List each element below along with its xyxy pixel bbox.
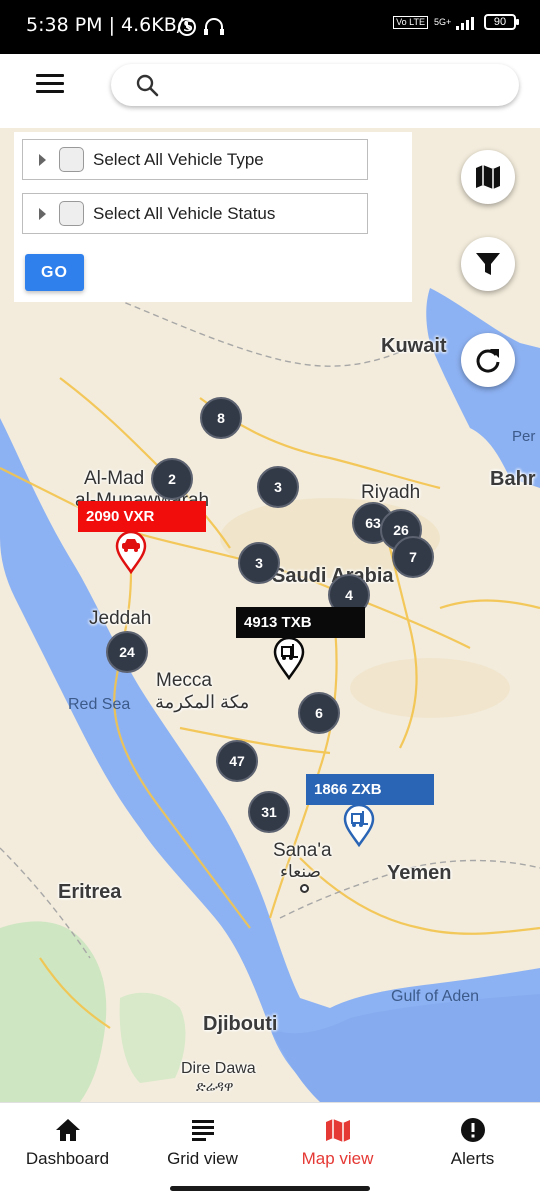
filter-button[interactable] — [461, 237, 515, 291]
map-view[interactable]: Kuwait Per Bahr Riyadh Al-Mad al-Munawwa… — [0, 128, 540, 1102]
battery-icon: 90 — [484, 14, 519, 30]
list-icon — [191, 1120, 214, 1141]
expand-arrow-icon[interactable] — [39, 154, 46, 166]
search-input[interactable] — [167, 70, 497, 100]
vehicle-cluster[interactable]: 3 — [238, 542, 280, 584]
map-label-al-madinah-1: Al-Mad — [84, 468, 145, 489]
nav-grid-view-label: Grid view — [167, 1149, 238, 1168]
vehicle-type-filter[interactable]: Select All Vehicle Type — [22, 139, 368, 180]
vehicle-status-label: Select All Vehicle Status — [93, 204, 276, 223]
go-button[interactable]: GO — [25, 254, 84, 291]
map-label-mecca: Mecca — [156, 670, 212, 691]
signal-icon — [456, 17, 474, 30]
forklift-pin-icon[interactable] — [342, 803, 376, 847]
vehicle-cluster[interactable]: 31 — [248, 791, 290, 833]
home-indicator[interactable] — [170, 1186, 370, 1191]
vehicle-cluster[interactable]: 7 — [392, 536, 434, 578]
nav-alerts-label: Alerts — [450, 1149, 495, 1168]
map-label-gulf-of-aden: Gulf of Aden — [391, 988, 480, 1005]
vehicle-cluster[interactable]: 6 — [298, 692, 340, 734]
forklift-pin-icon[interactable] — [272, 636, 306, 680]
map-label-riyadh: Riyadh — [361, 482, 421, 503]
search-icon[interactable] — [135, 73, 159, 97]
refresh-icon — [476, 349, 500, 373]
nav-alerts[interactable]: Alerts — [405, 1117, 540, 1177]
select-all-vehicle-type-checkbox[interactable] — [59, 147, 84, 172]
map-label-sanaa-arabic: صنعاء — [280, 862, 321, 881]
vehicle-cluster[interactable]: 47 — [216, 740, 258, 782]
refresh-button[interactable] — [461, 333, 515, 387]
map-label-djibouti: Djibouti — [203, 1013, 278, 1035]
alert-icon — [460, 1118, 485, 1142]
vehicle-cluster[interactable]: 8 — [200, 397, 242, 439]
select-all-vehicle-status-checkbox[interactable] — [59, 201, 84, 226]
map-label-dire-dawa: Dire Dawa — [181, 1060, 256, 1077]
nav-dashboard-label: Dashboard — [25, 1149, 110, 1168]
map-label-bahrain: Bahr — [490, 468, 536, 490]
home-icon — [55, 1119, 80, 1141]
map-label-red-sea: Red Sea — [68, 696, 131, 713]
vehicle-plate-tag[interactable]: 4913 TXB — [236, 607, 365, 638]
hamburger-menu-icon[interactable] — [36, 74, 64, 96]
nav-map-view-label: Map view — [301, 1149, 374, 1168]
vehicle-plate-tag[interactable]: 1866 ZXB — [306, 774, 434, 805]
app-header — [0, 54, 540, 128]
map-label-kuwait: Kuwait — [381, 335, 447, 357]
nav-grid-view[interactable]: Grid view — [135, 1117, 270, 1177]
map-icon — [325, 1119, 350, 1142]
nav-map-view[interactable]: Map view — [270, 1117, 405, 1177]
vehicle-plate-tag[interactable]: 2090 VXR — [78, 501, 206, 532]
map-label-dire-dawa-amharic: ድሬዳዋ — [196, 1078, 234, 1094]
map-label-jeddah: Jeddah — [89, 608, 152, 629]
map-label-sanaa: Sana'a — [273, 840, 332, 861]
nav-dashboard[interactable]: Dashboard — [0, 1117, 135, 1177]
vehicle-cluster[interactable]: 3 — [257, 466, 299, 508]
search-bar[interactable] — [111, 64, 519, 106]
status-bar: 5:38 PM | 4.6KB/s Vo LTE 5G+ 90 — [0, 0, 540, 54]
filter-icon — [476, 253, 500, 275]
capital-marker-icon — [300, 884, 309, 893]
expand-arrow-icon[interactable] — [39, 208, 46, 220]
status-time: 5:38 PM | 4.6KB/s — [26, 14, 194, 36]
volte-badge: Vo LTE — [393, 15, 428, 29]
map-label-mecca-arabic: مكة المكرمة — [155, 692, 250, 712]
map-layers-button[interactable] — [461, 150, 515, 204]
vehicle-status-filter[interactable]: Select All Vehicle Status — [22, 193, 368, 234]
network-type: 5G+ — [434, 17, 452, 27]
map-layers-icon — [476, 165, 500, 189]
vehicle-cluster[interactable]: 24 — [106, 631, 148, 673]
alarm-headphones-icon — [178, 18, 224, 36]
vehicle-filter-panel: Select All Vehicle Type Select All Vehic… — [14, 132, 412, 302]
map-label-eritrea: Eritrea — [58, 881, 122, 903]
map-label-yemen: Yemen — [387, 862, 452, 884]
car-pin-icon[interactable] — [114, 530, 148, 574]
map-label-persian: Per — [512, 428, 536, 445]
status-right: Vo LTE 5G+ 90 — [393, 14, 519, 30]
vehicle-type-label: Select All Vehicle Type — [93, 150, 264, 169]
vehicle-cluster[interactable]: 2 — [151, 458, 193, 500]
